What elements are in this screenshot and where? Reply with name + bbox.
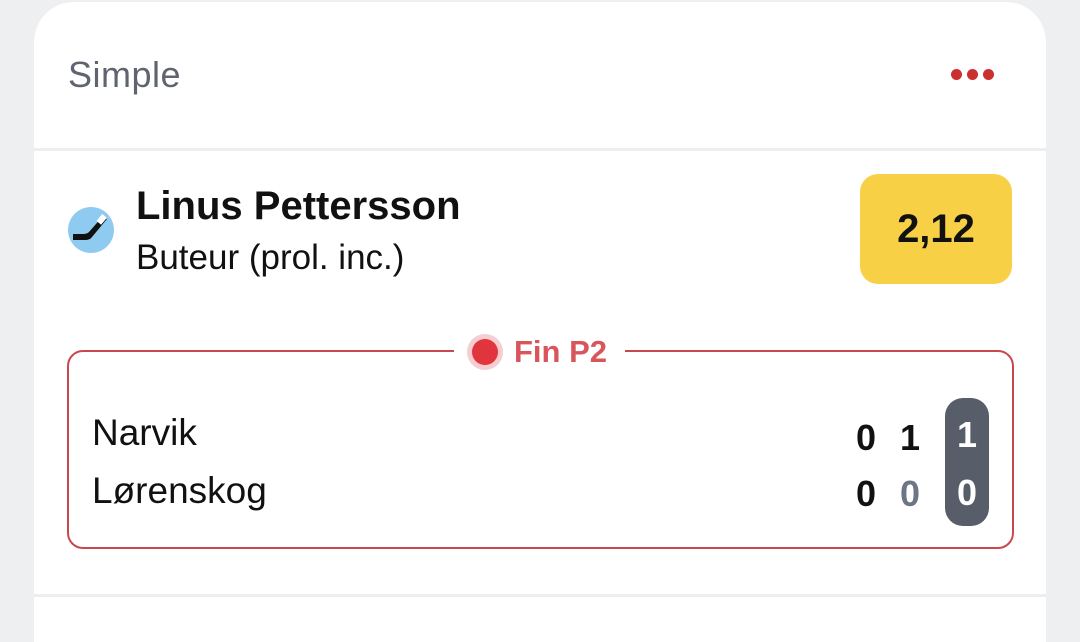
match-status-text: Fin P2 bbox=[514, 334, 608, 369]
market-name: Buteur (prol. inc.) bbox=[136, 238, 405, 277]
hockey-stick-icon bbox=[68, 207, 114, 253]
team-away-name: Lørenskog bbox=[92, 470, 267, 511]
card-header: Simple bbox=[34, 2, 1046, 148]
card-title: Simple bbox=[68, 54, 182, 95]
score-home-period-2: 1 bbox=[899, 417, 921, 458]
more-dots-icon bbox=[950, 68, 962, 80]
bet-card: Simple Linus Pettersson Buteur (prol. in… bbox=[34, 2, 1046, 642]
divider bbox=[34, 148, 1046, 151]
score-away-period-2: 0 bbox=[899, 473, 921, 514]
live-indicator-icon bbox=[472, 339, 498, 365]
score-home-period-1: 0 bbox=[855, 417, 877, 458]
match-status: Fin P2 bbox=[454, 327, 626, 377]
odds-button[interactable]: 2,12 bbox=[860, 174, 1012, 284]
player-name: Linus Pettersson bbox=[136, 184, 461, 228]
more-dots-icon bbox=[982, 68, 994, 80]
total-score-home: 1 bbox=[956, 414, 978, 455]
score-away-period-1: 0 bbox=[855, 473, 877, 514]
divider bbox=[34, 594, 1046, 597]
total-score-away: 0 bbox=[956, 472, 978, 513]
more-dots-icon bbox=[966, 68, 978, 80]
more-options-button[interactable] bbox=[936, 52, 1008, 96]
team-home-name: Narvik bbox=[92, 412, 197, 453]
